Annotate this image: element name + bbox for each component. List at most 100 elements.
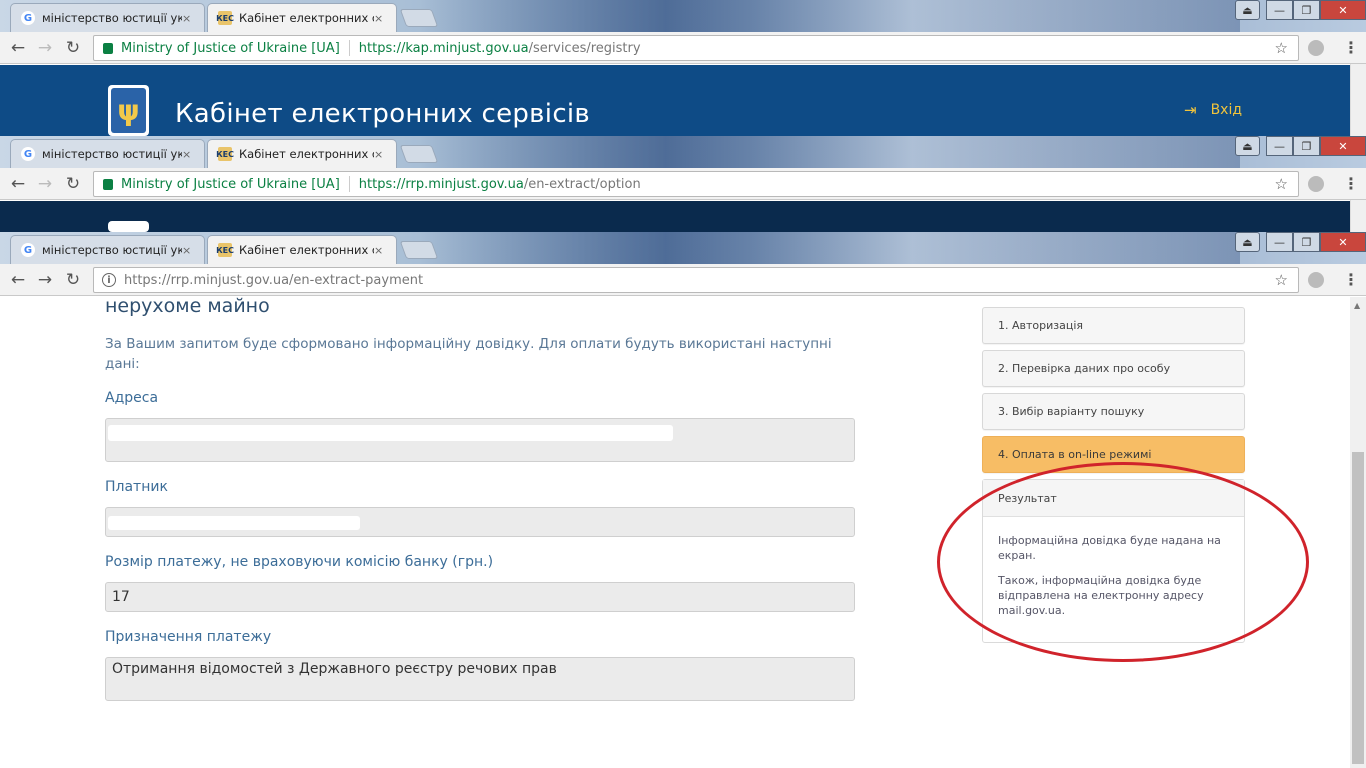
forward-arrow-icon[interactable]: → [34,38,56,58]
tab-title: Кабінет електронних се [239,243,374,257]
site-title: Кабінет електронних сервісів [175,99,591,129]
extension-icon[interactable] [1308,272,1324,288]
bookmark-star-icon[interactable]: ☆ [1275,271,1288,289]
tab-ministry-search[interactable]: G міністерство юстиції укр × [10,235,205,264]
browser-window-1: G міністерство юстиції укр × КЕС Кабінет… [0,0,1366,136]
payer-field[interactable] [105,507,855,537]
maximize-button[interactable]: ❐ [1293,0,1320,20]
browser-toolbar: ← → ↻ Ministry of Justice of Ukraine [UA… [0,168,1366,200]
menu-icon[interactable]: ⋮ [1343,174,1359,193]
page-heading: нерухоме майно [105,297,270,317]
purpose-label: Призначення платежу [105,629,272,645]
lock-icon [103,42,113,54]
amount-field[interactable]: 17 [105,582,855,612]
close-tab-icon[interactable]: × [182,12,196,25]
close-tab-icon[interactable]: × [182,148,196,161]
kes-favicon-icon: КЕС [216,243,234,257]
forward-arrow-icon[interactable]: → [34,270,56,290]
tab-title: міністерство юстиції укр [42,243,182,257]
tab-title: Кабінет електронних се [239,147,374,161]
reload-icon[interactable]: ↻ [62,38,84,58]
close-window-button[interactable]: ✕ [1320,136,1366,156]
close-tab-icon[interactable]: × [374,12,388,25]
close-window-button[interactable]: ✕ [1320,0,1366,20]
lock-icon [103,178,113,190]
scroll-up-icon[interactable]: ▲ [1354,301,1360,310]
forward-arrow-icon[interactable]: → [34,174,56,194]
reload-icon[interactable]: ↻ [62,174,84,194]
close-tab-icon[interactable]: × [182,244,196,257]
kes-favicon-icon: КЕС [216,11,234,25]
google-icon: G [21,147,35,161]
address-bar[interactable]: i https://rrp.minjust.gov.ua /en-extract… [93,267,1299,293]
tab-ministry-search[interactable]: G міністерство юстиції укр × [10,139,205,168]
tab-strip: G міністерство юстиції укр × КЕС Кабінет… [0,0,1366,32]
tab-cabinet[interactable]: КЕС Кабінет електронних се × [207,139,397,168]
tab-strip: G міністерство юстиції укр × КЕС Кабінет… [0,136,1366,168]
url-path: /en-extract-payment [289,272,424,288]
browser-window-2: G міністерство юстиції укр × КЕС Кабінет… [0,136,1366,232]
url-host: https://rrp.minjust.gov.ua [358,176,524,192]
url-path: /en-extract/option [523,176,641,192]
info-icon[interactable]: i [102,273,116,287]
new-tab-button[interactable] [399,241,439,259]
back-arrow-icon[interactable]: ← [7,174,29,194]
menu-icon[interactable]: ⋮ [1343,270,1359,289]
site-header [0,201,1350,232]
purpose-field[interactable]: Отримання відомостей з Державного реєстр… [105,657,855,701]
user-icon[interactable]: ⏏ [1235,136,1260,156]
login-icon: ⇥ [1184,101,1197,119]
user-icon[interactable]: ⏏ [1235,0,1260,20]
google-icon: G [21,243,35,257]
kes-favicon-icon: КЕС [216,147,234,161]
address-bar[interactable]: Ministry of Justice of Ukraine [UA] http… [93,35,1299,61]
red-annotation-ellipse [937,462,1309,662]
scrollbar[interactable] [1350,64,1366,136]
google-icon: G [21,11,35,25]
step-person-check[interactable]: 2. Перевірка даних про особу [982,350,1245,387]
browser-toolbar: ← → ↻ i https://rrp.minjust.gov.ua /en-e… [0,264,1366,296]
close-tab-icon[interactable]: × [374,244,388,257]
minimize-button[interactable]: — [1266,232,1293,252]
new-tab-button[interactable] [399,9,439,27]
redacted-text [108,425,673,441]
close-tab-icon[interactable]: × [374,148,388,161]
bookmark-star-icon[interactable]: ☆ [1275,175,1288,193]
amount-label: Розмір платежу, не враховуючи комісію ба… [105,554,494,570]
minimize-button[interactable]: — [1266,0,1293,20]
reload-icon[interactable]: ↻ [62,270,84,290]
address-field[interactable] [105,418,855,462]
page-scrollbar[interactable]: ▲ [1350,297,1366,768]
intro-text: За Вашим запитом буде сформовано інформа… [105,336,832,372]
tab-cabinet[interactable]: КЕС Кабінет електронних се × [207,3,397,32]
tab-title: міністерство юстиції укр [42,147,182,161]
url-path: /services/registry [528,40,641,56]
back-arrow-icon[interactable]: ← [7,270,29,290]
extension-icon[interactable] [1308,176,1324,192]
step-authorization[interactable]: 1. Авторизація [982,307,1245,344]
address-label: Адреса [105,390,159,406]
payer-label: Платник [105,479,168,495]
tab-cabinet[interactable]: КЕС Кабінет електронних се × [207,235,397,264]
close-window-button[interactable]: ✕ [1320,232,1366,252]
back-arrow-icon[interactable]: ← [7,38,29,58]
scrollbar-thumb[interactable] [1352,452,1364,764]
user-icon[interactable]: ⏏ [1235,232,1260,252]
scrollbar[interactable] [1350,200,1366,232]
login-link[interactable]: ⇥ Вхід [1184,101,1242,119]
coat-of-arms-logo: ψ [108,85,149,136]
window-controls: ⏏ — ❐ ✕ [1235,232,1366,252]
bookmark-star-icon[interactable]: ☆ [1275,39,1288,57]
maximize-button[interactable]: ❐ [1293,232,1320,252]
new-tab-button[interactable] [399,145,439,163]
window-controls: ⏏ — ❐ ✕ [1235,0,1366,20]
tab-ministry-search[interactable]: G міністерство юстиції укр × [10,3,205,32]
extension-icon[interactable] [1308,40,1324,56]
minimize-button[interactable]: — [1266,136,1293,156]
url-host: https://kap.minjust.gov.ua [358,40,529,56]
maximize-button[interactable]: ❐ [1293,136,1320,156]
tab-title: міністерство юстиції укр [42,11,182,25]
menu-icon[interactable]: ⋮ [1343,38,1359,57]
step-search-option[interactable]: 3. Вибір варіанту пошуку [982,393,1245,430]
address-bar[interactable]: Ministry of Justice of Ukraine [UA] http… [93,171,1299,197]
